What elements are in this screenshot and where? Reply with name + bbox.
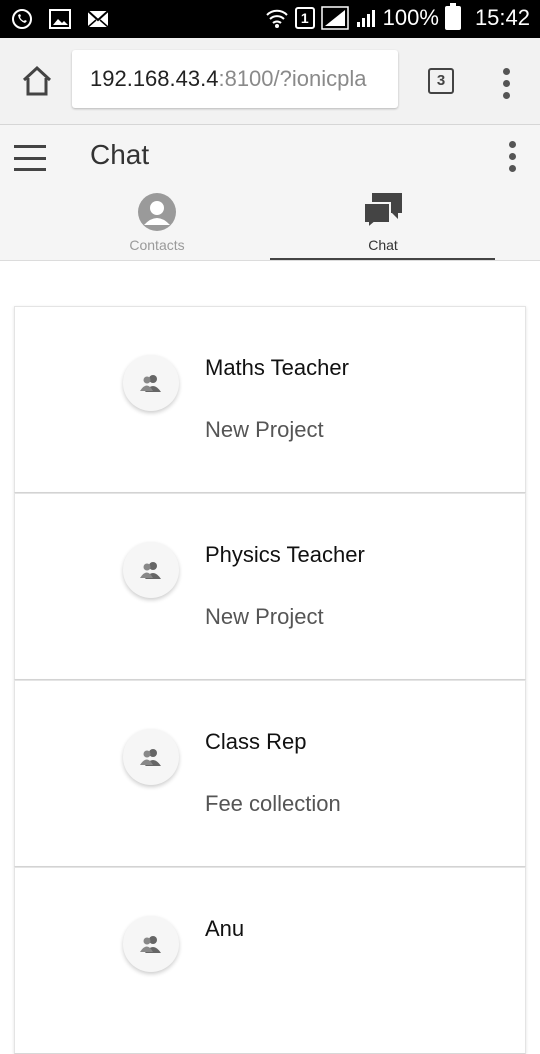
mail-icon: [86, 8, 110, 30]
wifi-icon: [266, 9, 288, 28]
chat-subtitle: Fee collection: [205, 791, 341, 816]
group-avatar-icon: [123, 729, 179, 785]
tab-switcher-button[interactable]: 3: [428, 68, 454, 94]
chat-bubbles-icon: [363, 193, 402, 229]
whatsapp-icon: [10, 8, 34, 30]
chat-name: Maths Teacher: [205, 355, 349, 380]
list-item[interactable]: Physics Teacher New Project: [14, 493, 526, 680]
page-title: Chat: [90, 139, 150, 170]
contact-icon: [138, 193, 176, 231]
home-icon[interactable]: [20, 64, 54, 98]
group-avatar-icon: [123, 916, 179, 972]
dot-icon: [502, 92, 510, 99]
menu-bar: [14, 168, 46, 171]
chat-subtitle: New Project: [205, 417, 324, 442]
group-avatar-icon: [123, 355, 179, 411]
dot-icon: [502, 68, 510, 75]
app-menu-button[interactable]: [508, 141, 516, 172]
status-bar: 1 100% 15:42: [0, 0, 540, 38]
signal-icon: [320, 6, 349, 30]
tab-chat-label: Chat: [368, 237, 398, 253]
chat-subtitle: New Project: [205, 604, 324, 629]
tab-chat[interactable]: Chat: [248, 189, 518, 259]
group-avatar-icon: [123, 542, 179, 598]
address-bar[interactable]: 192.168.43.4:8100/?ionicpla: [72, 50, 398, 108]
hamburger-menu-button[interactable]: [14, 145, 46, 171]
dot-icon: [502, 80, 510, 87]
chat-name: Class Rep: [205, 729, 307, 754]
menu-bar: [14, 145, 46, 148]
signal-icon-2: [356, 10, 375, 27]
sim-indicator: 1: [294, 7, 315, 29]
chat-name: Physics Teacher: [205, 542, 365, 567]
battery-icon: [444, 3, 461, 30]
chat-name: Anu: [205, 916, 245, 941]
clock: 15:42: [474, 5, 530, 30]
notification-icons: [10, 8, 110, 30]
dot-icon: [508, 141, 516, 148]
url-text: 192.168.43.4:8100/?ionicpla: [90, 66, 367, 91]
list-item[interactable]: Maths Teacher New Project: [14, 306, 526, 493]
list-item[interactable]: Anu: [14, 867, 526, 1054]
dot-icon: [508, 165, 516, 172]
dot-icon: [508, 153, 516, 160]
browser-toolbar: 192.168.43.4:8100/?ionicpla 3: [0, 38, 540, 125]
list-item[interactable]: Class Rep Fee collection: [14, 680, 526, 867]
menu-bar: [14, 156, 46, 160]
browser-menu-button[interactable]: [502, 68, 510, 99]
app-header: Chat Contacts Chat: [0, 125, 540, 261]
chat-list: Maths Teacher New Project Physics Teache…: [14, 306, 526, 1054]
divider: [0, 260, 540, 261]
gallery-icon: [48, 8, 72, 30]
battery-percent: 100%: [382, 5, 439, 30]
system-status: 1 100% 15:42: [265, 3, 530, 31]
